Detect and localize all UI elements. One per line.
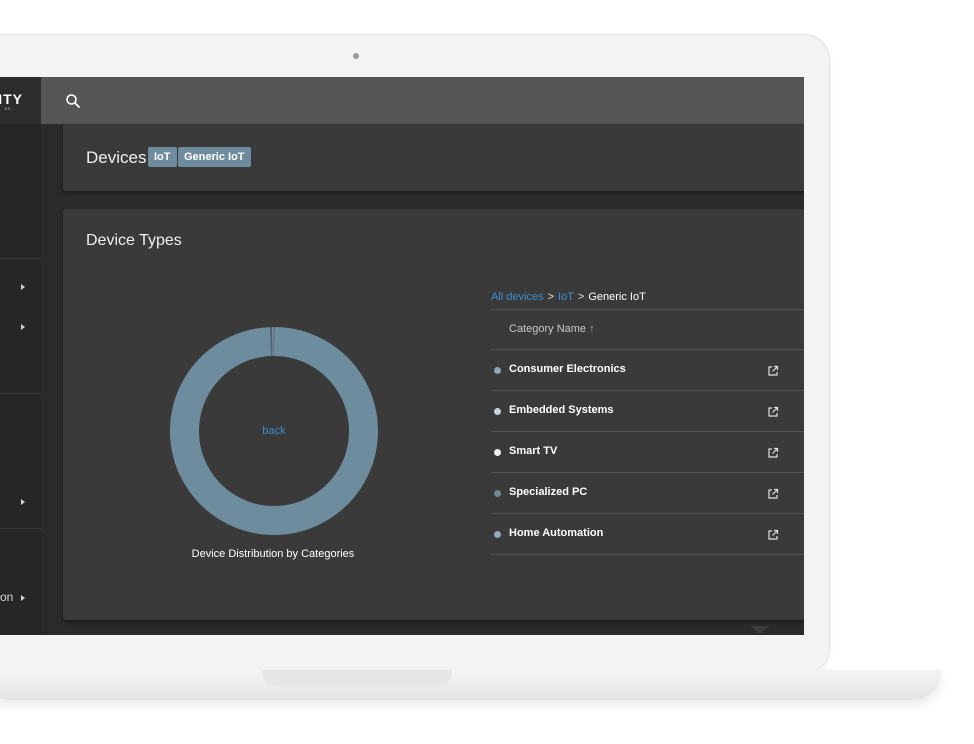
logo[interactable]: ITY KS xyxy=(0,77,41,124)
breadcrumb-iot[interactable]: IoT xyxy=(558,291,574,303)
search-icon[interactable] xyxy=(63,91,83,111)
breadcrumb-current: Generic IoT xyxy=(588,291,646,303)
sidebar-item-4-caret-icon[interactable] xyxy=(21,595,25,601)
sidebar-item-4-label[interactable]: on xyxy=(0,590,13,604)
chart-back-link[interactable]: back xyxy=(251,425,297,437)
category-color-dot xyxy=(494,449,501,456)
sidebar-divider xyxy=(0,258,41,259)
laptop-base xyxy=(0,670,942,700)
arrow-up-icon: ↑ xyxy=(589,323,595,335)
sidebar-divider xyxy=(0,393,41,394)
top-bar xyxy=(41,77,804,124)
card-title: Device Types xyxy=(86,232,182,249)
page-header-card: Devices IoT Generic IoT xyxy=(63,124,804,191)
column-header-label: Category Name xyxy=(509,323,587,335)
main-content: Devices IoT Generic IoT Device Types bac… xyxy=(41,124,804,635)
external-link-icon[interactable] xyxy=(767,528,779,540)
table-row[interactable]: Consumer Electronics xyxy=(491,350,804,391)
sidebar-item-1-caret-icon[interactable] xyxy=(21,284,25,290)
logo-text: ITY xyxy=(0,91,23,107)
breadcrumb: All devices > IoT > Generic IoT xyxy=(491,291,646,303)
category-name: Smart TV xyxy=(509,445,558,457)
screen: ITY KS on Devices IoT Generic IoT Device… xyxy=(0,77,804,635)
logo-subtext: KS xyxy=(4,106,11,111)
category-color-dot xyxy=(494,531,501,538)
table-row[interactable]: Smart TV xyxy=(491,432,804,473)
external-link-icon[interactable] xyxy=(767,405,779,417)
breadcrumb-all-devices[interactable]: All devices xyxy=(491,291,544,303)
breadcrumb-separator: > xyxy=(577,291,585,303)
sidebar: ITY KS on xyxy=(0,77,41,635)
sidebar-divider xyxy=(0,528,41,529)
external-link-icon[interactable] xyxy=(767,487,779,499)
laptop-base-notch xyxy=(262,670,452,686)
page-title: Devices xyxy=(86,148,147,167)
category-table: Category Name ↑ Consumer Electronics Embe… xyxy=(491,309,804,555)
category-color-dot xyxy=(494,408,501,415)
external-link-icon[interactable] xyxy=(767,446,779,458)
table-row[interactable]: Specialized PC xyxy=(491,473,804,514)
external-link-icon[interactable] xyxy=(767,364,779,376)
table-row[interactable]: Embedded Systems xyxy=(491,391,804,432)
breadcrumb-separator: > xyxy=(547,291,555,303)
table-header: Category Name ↑ xyxy=(491,309,804,350)
category-color-dot xyxy=(494,367,501,374)
table-row[interactable]: Home Automation xyxy=(491,514,804,555)
category-color-dot xyxy=(494,490,501,497)
category-name: Consumer Electronics xyxy=(509,363,626,375)
category-name: Embedded Systems xyxy=(509,404,614,416)
category-name: Specialized PC xyxy=(509,486,588,498)
device-types-card: Device Types back Device Distribution by… xyxy=(63,209,804,620)
sidebar-item-2-caret-icon[interactable] xyxy=(21,324,25,330)
tag-generic-iot[interactable]: Generic IoT xyxy=(178,147,251,167)
chart-caption: Device Distribution by Categories xyxy=(191,548,355,560)
tag-iot[interactable]: IoT xyxy=(148,147,177,167)
tooltip-pointer xyxy=(750,626,770,634)
camera-dot xyxy=(353,53,359,59)
sidebar-item-3-caret-icon[interactable] xyxy=(21,499,25,505)
category-name: Home Automation xyxy=(509,527,604,539)
column-header-category-name[interactable]: Category Name ↑ xyxy=(509,323,595,335)
